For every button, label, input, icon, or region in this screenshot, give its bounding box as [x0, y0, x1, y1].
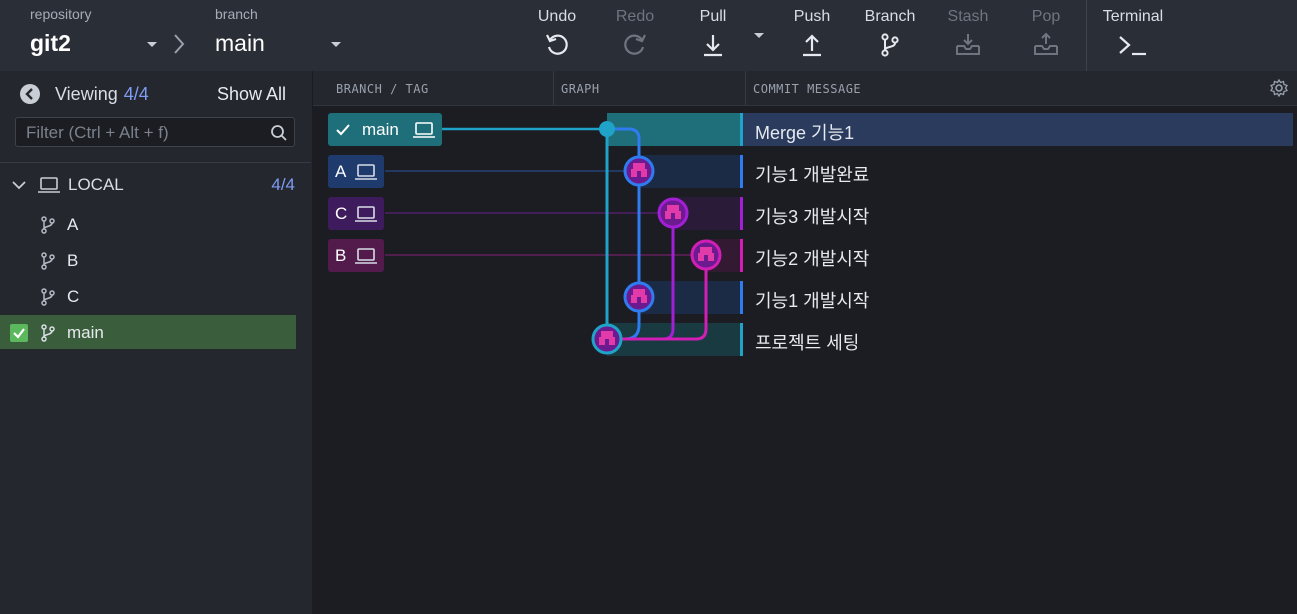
avatar[interactable] [623, 155, 655, 187]
toolbar: repository git2 branch main Undo Redo Pu… [0, 0, 1297, 71]
terminal-button[interactable]: Terminal [1097, 6, 1169, 66]
commit-message[interactable]: 기능1 개발완료 [755, 161, 869, 187]
repository-name[interactable]: git2 [30, 30, 71, 57]
search-icon[interactable] [270, 124, 288, 142]
avatar[interactable] [623, 281, 655, 313]
ref-tag-b[interactable]: B [328, 239, 384, 272]
sidebar-item-b[interactable]: B [0, 243, 296, 277]
avatar[interactable] [690, 239, 722, 271]
pull-options-icon[interactable] [754, 33, 764, 38]
branch-action-label: Branch [864, 8, 916, 25]
toolbar-divider [1086, 0, 1087, 71]
push-icon [803, 34, 821, 57]
branch-icon [41, 324, 55, 342]
ref-tag-label: A [335, 162, 347, 181]
commit-message[interactable]: 기능3 개발시작 [755, 203, 869, 229]
gear-icon[interactable] [1270, 79, 1288, 97]
stash-button[interactable]: Stash [933, 6, 1003, 66]
sidebar-item-main[interactable]: main [0, 315, 296, 349]
branch-tag-header: BRANCH / TAG [336, 82, 429, 96]
commit-message[interactable]: 기능1 개발시작 [755, 287, 869, 313]
push-button[interactable]: Push [777, 6, 847, 66]
ref-tag-label: main [362, 120, 399, 139]
stash-icon [956, 34, 980, 55]
redo-label: Redo [615, 8, 655, 25]
ref-tag-c[interactable]: C [328, 197, 384, 230]
branch-label: branch [215, 6, 258, 22]
repository-label: repository [30, 6, 92, 22]
branch-icon [41, 216, 55, 234]
local-count: 4/4 [271, 175, 295, 194]
laptop-icon [355, 248, 377, 264]
undo-label: Undo [537, 8, 577, 25]
column-divider[interactable] [745, 71, 746, 105]
ref-tag-a[interactable]: A [328, 155, 384, 188]
terminal-icon [1119, 36, 1146, 56]
undo-button[interactable]: Undo [522, 6, 592, 66]
ref-tag-label: B [335, 246, 347, 265]
ref-tag-label: C [335, 204, 348, 223]
commit-message[interactable]: 프로젝트 세팅 [755, 329, 859, 355]
check-icon [336, 124, 350, 136]
commit-message-header: COMMIT MESSAGE [753, 82, 862, 96]
checked-checkbox [10, 324, 28, 342]
redo-button[interactable]: Redo [600, 6, 670, 66]
undo-icon [546, 34, 568, 55]
sidebar-divider [0, 162, 311, 163]
pull-label: Pull [699, 8, 727, 25]
chevron-down-icon[interactable] [11, 179, 27, 191]
back-icon[interactable] [20, 84, 40, 104]
branch-name[interactable]: main [215, 30, 265, 57]
branch-dropdown-icon[interactable] [331, 42, 341, 47]
commit-message[interactable]: Merge 기능1 [755, 119, 854, 145]
pull-icon [704, 35, 722, 57]
pull-button[interactable]: Pull [678, 6, 748, 66]
viewing-count: 4/4 [123, 84, 149, 104]
commit-message[interactable]: 기능2 개발시작 [755, 245, 869, 271]
redo-icon [624, 34, 646, 55]
repository-dropdown-icon[interactable] [147, 42, 157, 47]
sidebar-item-label: A [67, 215, 79, 234]
sidebar-item-c[interactable]: C [0, 279, 296, 313]
avatar[interactable] [591, 323, 623, 355]
local-label: LOCAL [68, 175, 124, 194]
push-label: Push [793, 8, 831, 25]
chevron-right-icon [174, 34, 185, 54]
ref-tag-main[interactable]: main [328, 113, 442, 146]
filter-box [15, 117, 295, 147]
terminal-label: Terminal [1102, 8, 1164, 25]
viewing-label: Viewing [55, 84, 118, 104]
sidebar: Viewing4/4 Show All LOCAL 4/4 A B [0, 71, 313, 614]
commit-graph-panel: BRANCH / TAG GRAPH COMMIT MESSAGE Merge … [313, 71, 1297, 614]
sidebar-item-label: B [67, 251, 79, 270]
pop-icon [1034, 32, 1058, 55]
branch-button[interactable]: Branch [855, 6, 925, 66]
check-icon [13, 328, 25, 339]
column-divider[interactable] [553, 71, 554, 105]
show-all-button[interactable]: Show All [217, 84, 286, 105]
graph-header: GRAPH [561, 82, 600, 96]
laptop-icon [355, 164, 377, 180]
laptop-icon [355, 206, 377, 222]
viewing-status: Viewing 4/4 [55, 84, 149, 105]
sidebar-item-label: main [67, 323, 104, 342]
pop-label: Pop [1031, 8, 1061, 25]
laptop-icon [413, 122, 435, 138]
column-header: BRANCH / TAG GRAPH COMMIT MESSAGE [313, 71, 1297, 106]
sidebar-item-label: C [67, 287, 80, 306]
filter-input[interactable] [24, 122, 268, 144]
merge-commit-node[interactable] [599, 121, 615, 137]
local-section-header[interactable]: LOCAL 4/4 [0, 169, 311, 201]
branch-icon [41, 252, 55, 270]
sidebar-item-a[interactable]: A [0, 207, 296, 241]
laptop-icon [38, 177, 60, 193]
branch-icon [41, 288, 55, 306]
branch-icon [881, 33, 899, 57]
pop-button[interactable]: Pop [1011, 6, 1081, 66]
avatar[interactable] [657, 197, 689, 229]
stash-label: Stash [947, 8, 989, 25]
